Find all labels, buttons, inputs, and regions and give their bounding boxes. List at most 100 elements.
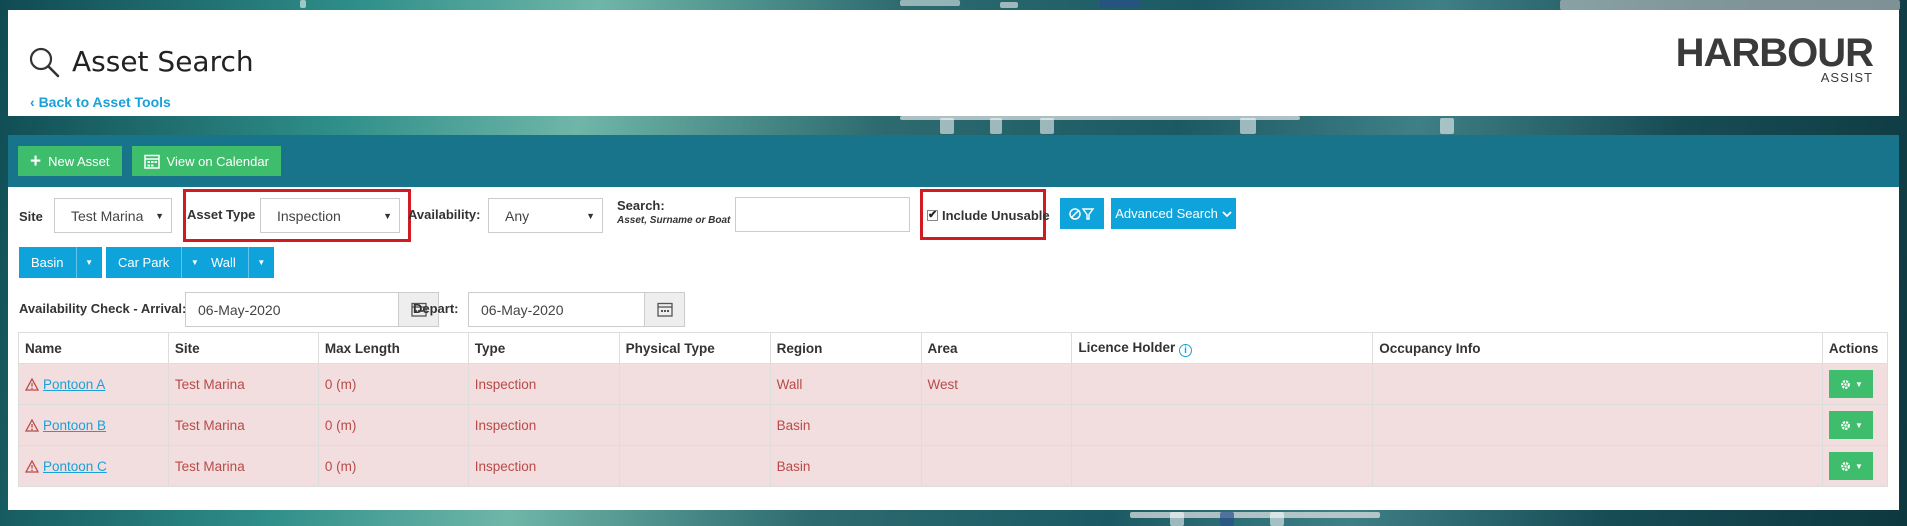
search-panel: Site Test Marina ▼ Asset Type Inspection… (8, 187, 1899, 510)
table-header-row: Name Site Max Length Type Physical Type … (18, 332, 1889, 364)
new-asset-label: New Asset (48, 153, 110, 169)
advanced-search-label: Advanced Search (1115, 206, 1218, 221)
asset-type-select[interactable]: Inspection ▼ (260, 198, 400, 233)
cell-site: Test Marina (167, 404, 319, 446)
column-header-site[interactable]: Site (167, 332, 319, 364)
row-actions-button[interactable]: ▼ (1828, 411, 1873, 439)
caret-down-icon: ▼ (1854, 379, 1863, 389)
search-icon (29, 47, 60, 77)
search-input[interactable] (735, 197, 910, 232)
plus-icon: + (30, 150, 42, 172)
cell-max-length: 0 (m) (317, 445, 469, 487)
cell-area (920, 445, 1073, 487)
calendar-icon (143, 154, 160, 169)
clear-filter-icon (1069, 207, 1095, 220)
search-label-text: Search: (617, 198, 665, 213)
back-link-label: Back to Asset Tools (38, 94, 171, 110)
cell-area (920, 404, 1073, 446)
new-asset-button[interactable]: + New Asset (18, 146, 122, 176)
area-button-basin[interactable]: Basin ▼ (19, 247, 102, 278)
caret-down-icon[interactable]: ▼ (247, 247, 274, 278)
arrival-label: Availability Check - Arrival: (19, 301, 187, 316)
cell-max-length: 0 (m) (317, 363, 469, 405)
advanced-search-button[interactable]: Advanced Search (1111, 198, 1236, 229)
chevron-left-icon: ‹ (30, 94, 35, 110)
cell-name: Pontoon A (18, 363, 169, 405)
back-to-asset-tools-link[interactable]: ‹ Back to Asset Tools (30, 94, 171, 110)
column-header-licence-holder[interactable]: Licence Holder i (1071, 332, 1374, 364)
page-title-text: Asset Search (72, 45, 254, 78)
site-select[interactable]: Test Marina ▼ (54, 198, 172, 233)
arrival-date-input[interactable]: 06-May-2020 (185, 292, 439, 327)
table-row: Pontoon B Test Marina 0 (m) Inspection B… (18, 404, 1889, 446)
arrival-date-value: 06-May-2020 (198, 301, 281, 318)
caret-down-icon: ▼ (586, 211, 595, 221)
area-button-label: Wall (199, 247, 248, 278)
column-header-physical-type[interactable]: Physical Type (618, 332, 771, 364)
area-button-wall[interactable]: Wall ▼ (199, 247, 274, 278)
depart-label: Depart: (413, 301, 459, 316)
area-button-label: Car Park (106, 247, 182, 278)
cell-licence-holder (1071, 445, 1374, 487)
cell-region: Basin (769, 404, 922, 446)
view-on-calendar-button[interactable]: View on Calendar (131, 146, 281, 176)
caret-down-icon[interactable]: ▼ (75, 247, 102, 278)
cell-actions: ▼ (1821, 445, 1889, 487)
include-unusable-checkbox[interactable]: Include Unusable (927, 208, 1050, 223)
search-label: Search: Asset, Surname or Boat (617, 198, 730, 228)
column-header-area[interactable]: Area (920, 332, 1073, 364)
column-header-name[interactable]: Name (18, 332, 169, 364)
column-header-max-length[interactable]: Max Length (317, 332, 469, 364)
depart-date-value: 06-May-2020 (481, 301, 564, 318)
cell-type: Inspection (467, 445, 620, 487)
cell-occupancy-info (1372, 404, 1823, 446)
calendar-icon[interactable] (644, 293, 684, 326)
column-header-type[interactable]: Type (467, 332, 620, 364)
column-header-region[interactable]: Region (769, 332, 922, 364)
cell-licence-holder (1071, 363, 1374, 405)
asset-name-link[interactable]: Pontoon A (43, 377, 105, 392)
cell-type: Inspection (467, 363, 620, 405)
logo-main-text: HARBOUR (1675, 31, 1874, 75)
asset-name-link[interactable]: Pontoon B (43, 418, 106, 433)
header-card: Asset Search ‹ Back to Asset Tools HARBO… (8, 10, 1899, 116)
row-actions-button[interactable]: ▼ (1828, 452, 1873, 480)
availability-select-value: Any (505, 207, 530, 224)
cell-site: Test Marina (167, 363, 319, 405)
caret-down-icon: ▼ (1854, 420, 1863, 430)
toolbar: + New Asset View on Calendar (8, 135, 1899, 187)
column-header-occupancy-info[interactable]: Occupancy Info (1372, 332, 1823, 364)
asset-type-label: Asset Type (187, 207, 256, 222)
row-actions-button[interactable]: ▼ (1828, 370, 1873, 398)
cell-region: Basin (769, 445, 922, 487)
cell-physical-type (618, 445, 771, 487)
chevron-down-icon (1222, 210, 1232, 217)
cell-site: Test Marina (167, 445, 319, 487)
area-button-car-park[interactable]: Car Park ▼ (106, 247, 208, 278)
clear-filter-button[interactable] (1060, 198, 1104, 229)
availability-label: Availability: (408, 207, 481, 222)
view-on-calendar-label: View on Calendar (166, 153, 269, 169)
info-icon[interactable]: i (1178, 343, 1192, 357)
area-button-label: Basin (19, 247, 76, 278)
cell-occupancy-info (1372, 445, 1823, 487)
warning-icon (25, 377, 39, 391)
cell-physical-type (618, 363, 771, 405)
caret-down-icon: ▼ (383, 211, 392, 221)
asset-name-link[interactable]: Pontoon C (43, 459, 107, 474)
include-unusable-label: Include Unusable (942, 208, 1050, 223)
caret-down-icon: ▼ (1854, 461, 1863, 471)
cell-name: Pontoon C (18, 445, 169, 487)
cell-region: Wall (769, 363, 922, 405)
table-row: Pontoon A Test Marina 0 (m) Inspection W… (18, 363, 1889, 405)
harbour-assist-logo: HARBOUR ASSIST (1675, 31, 1874, 84)
checkbox-checked-icon (927, 208, 938, 221)
page-title: Asset Search (28, 45, 254, 78)
cell-licence-holder (1071, 404, 1374, 446)
search-hint: Asset, Surname or Boat (617, 215, 731, 226)
availability-select[interactable]: Any ▼ (488, 198, 603, 233)
gear-icon (1841, 379, 1850, 389)
depart-date-input[interactable]: 06-May-2020 (468, 292, 685, 327)
site-select-value: Test Marina (71, 207, 144, 224)
cell-max-length: 0 (m) (317, 404, 469, 446)
